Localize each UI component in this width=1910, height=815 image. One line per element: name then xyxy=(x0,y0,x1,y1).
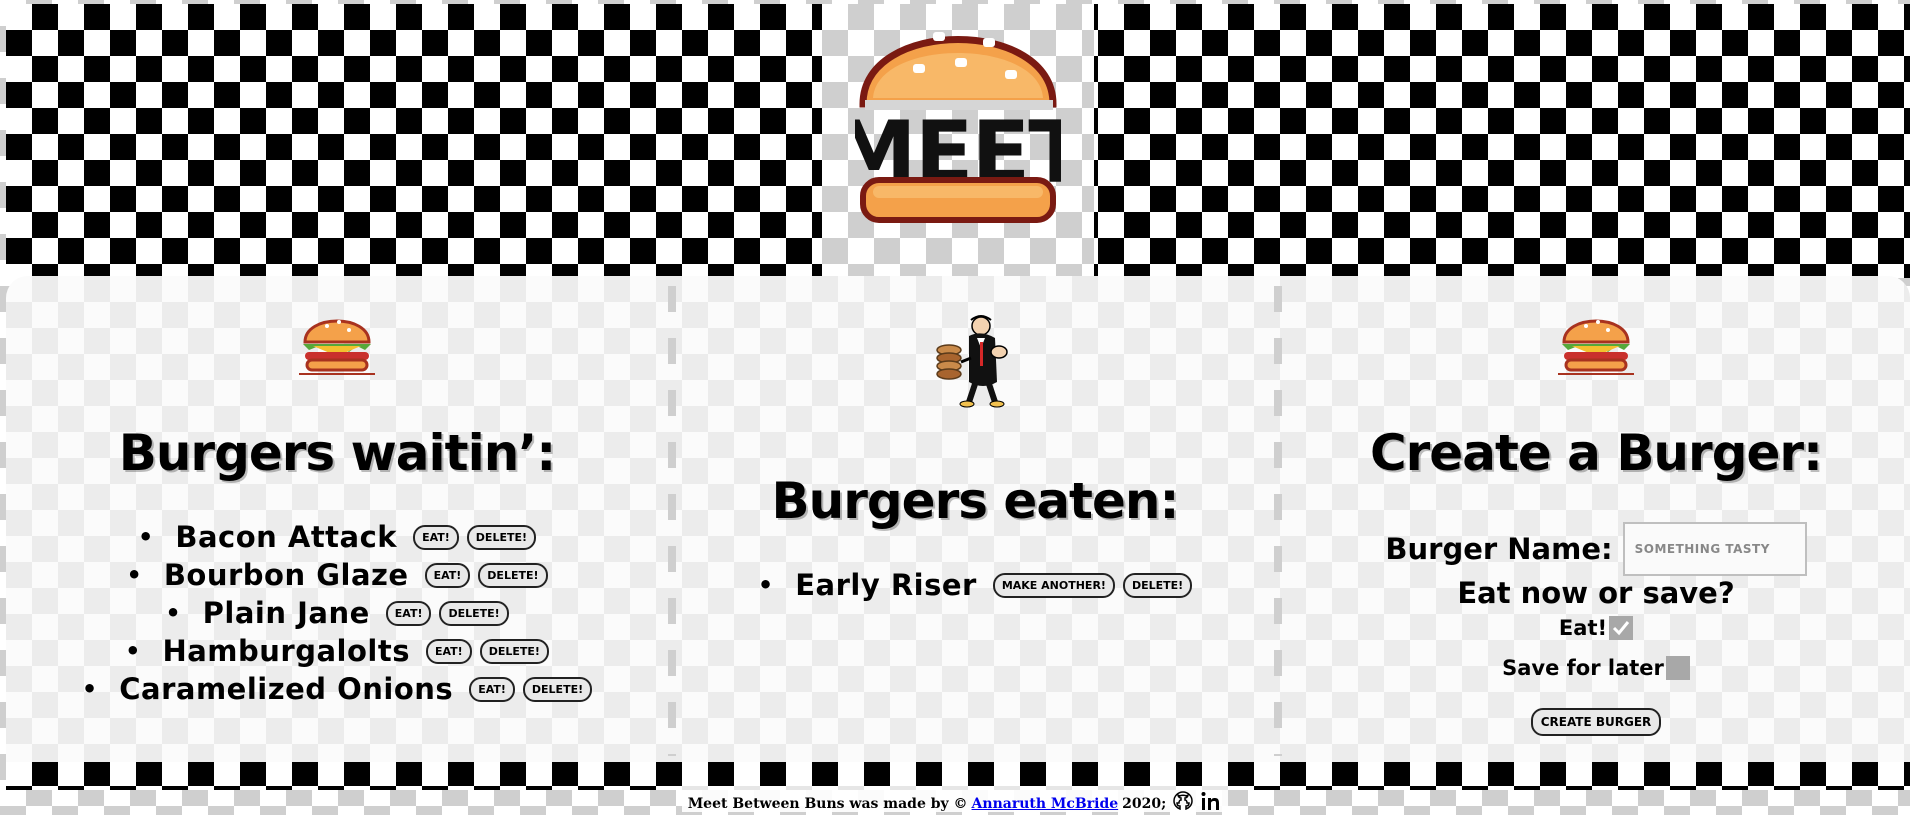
burgers-eaten-section: Burgers eaten: • Early Riser Make anothe… xyxy=(676,276,1274,762)
burger-name: Plain Jane xyxy=(202,596,370,630)
burgers-waiting-list: • Bacon Attack Eat! Delete! • Bourbon Gl… xyxy=(6,518,668,708)
burger-name-input[interactable] xyxy=(1622,522,1807,576)
create-burger-section: Create a Burger: Burger Name: Eat now or… xyxy=(1282,276,1910,762)
logo-panel: MEET xyxy=(822,4,1094,278)
list-item: • Caramelized Onions Eat! Delete! xyxy=(6,670,668,708)
burger-name: Bourbon Glaze xyxy=(163,558,409,592)
delete-button[interactable]: Delete! xyxy=(478,562,548,588)
burger-name: Hamburgalolts xyxy=(162,634,410,668)
burgers-eaten-heading: Burgers eaten: xyxy=(771,472,1180,530)
footer: Meet Between Buns was made by © Annaruth… xyxy=(0,786,1910,815)
submit-row: Create Burger xyxy=(1282,708,1910,736)
bullet: • xyxy=(81,675,98,703)
eat-button[interactable]: Eat! xyxy=(425,638,472,664)
eat-option-label: Eat! xyxy=(1558,616,1608,640)
bullet: • xyxy=(757,571,774,599)
burger-name: Bacon Attack xyxy=(175,520,398,554)
delete-button[interactable]: Delete! xyxy=(466,524,536,550)
main-panel: Burgers waitin’: • Bacon Attack Eat! Del… xyxy=(6,276,1910,762)
meet-burger-logo: MEET xyxy=(855,32,1061,223)
list-item: • Bacon Attack Eat! Delete! xyxy=(6,518,668,556)
delete-button[interactable]: Delete! xyxy=(1122,572,1193,598)
footer-year: 2020; xyxy=(1122,796,1167,812)
eat-checkbox[interactable] xyxy=(1609,616,1634,640)
bullet: • xyxy=(125,637,141,665)
burger-name-label: Burger Name: xyxy=(1385,532,1613,566)
bullet: • xyxy=(126,561,142,589)
burger-name-row: Burger Name: xyxy=(1282,522,1910,576)
footer-credit-text: Meet Between Buns was made by © xyxy=(687,796,968,812)
eat-button[interactable]: Eat! xyxy=(469,676,515,702)
delete-button[interactable]: Delete! xyxy=(522,676,593,702)
burger-name: Early Riser xyxy=(795,568,977,602)
eat-question-row: Eat now or save? xyxy=(1282,576,1910,610)
burger-name: Caramelized Onions xyxy=(119,672,454,706)
eat-button[interactable]: Eat! xyxy=(424,562,471,588)
create-burger-heading: Create a Burger: xyxy=(1369,424,1823,482)
author-link[interactable]: Annaruth McBride xyxy=(972,796,1119,812)
make-another-button[interactable]: Make another! xyxy=(992,572,1115,598)
eat-button[interactable]: Eat! xyxy=(413,524,459,550)
list-item: • Hamburgalolts Eat! Delete! xyxy=(6,632,668,670)
burgers-eaten-list: • Early Riser Make another! Delete! xyxy=(676,566,1274,604)
delete-button[interactable]: Delete! xyxy=(439,600,509,626)
delete-button[interactable]: Delete! xyxy=(479,638,549,664)
list-item: • Plain Jane Eat! Delete! xyxy=(6,594,668,632)
linkedin-icon[interactable] xyxy=(1200,790,1222,812)
burgers-waiting-heading: Burgers waitin’: xyxy=(118,424,557,482)
create-burger-button[interactable]: Create Burger xyxy=(1530,708,1662,736)
column-divider xyxy=(668,286,676,756)
bullet: • xyxy=(138,523,154,551)
burger-icon xyxy=(1558,319,1634,375)
github-icon[interactable] xyxy=(1172,790,1194,812)
eat-or-save-question: Eat now or save? xyxy=(1457,576,1735,610)
eat-option-row: Eat! xyxy=(1282,616,1910,640)
save-option-label: Save for later xyxy=(1502,656,1664,680)
checkmark-icon xyxy=(1613,621,1630,636)
man-eating-burgers-icon xyxy=(936,315,1008,408)
burger-icon xyxy=(299,319,375,375)
list-item: • Bourbon Glaze Eat! Delete! xyxy=(6,556,668,594)
footer-content: Meet Between Buns was made by © Annaruth… xyxy=(681,786,1229,812)
burgers-waiting-section: Burgers waitin’: • Bacon Attack Eat! Del… xyxy=(6,276,668,762)
column-divider xyxy=(1274,286,1282,756)
bullet: • xyxy=(165,599,181,627)
list-item: • Early Riser Make another! Delete! xyxy=(676,566,1274,604)
save-checkbox[interactable] xyxy=(1665,656,1690,680)
eat-button[interactable]: Eat! xyxy=(385,600,432,626)
save-option-row: Save for later xyxy=(1282,656,1910,680)
